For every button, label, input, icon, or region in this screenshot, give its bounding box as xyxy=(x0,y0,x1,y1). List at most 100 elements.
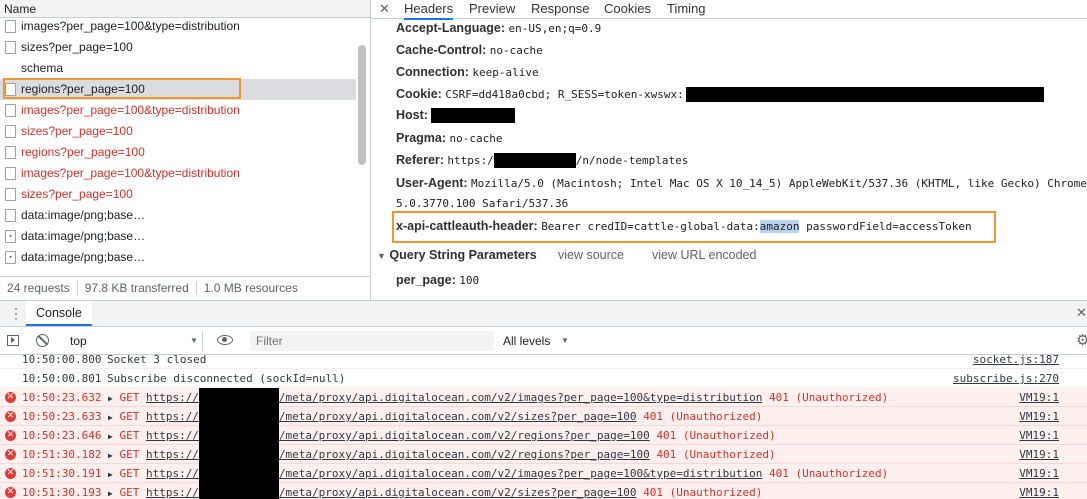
more-menu-icon[interactable]: ⋮ xyxy=(9,304,23,322)
request-row[interactable]: images?per_page=100&type=distribution xyxy=(0,100,356,121)
sidebar-toggle-icon[interactable] xyxy=(7,335,19,346)
source-link[interactable]: VM19:1 xyxy=(1019,426,1059,445)
console-filter-input[interactable] xyxy=(250,331,494,351)
source-link[interactable]: VM19:1 xyxy=(1019,445,1059,464)
dropdown-arrow-icon: ▼ xyxy=(561,336,569,345)
view-url-encoded-link[interactable]: view URL encoded xyxy=(652,248,756,262)
query-string-section-toggle[interactable]: ▼ Query String Parameters xyxy=(377,248,537,262)
request-url-link[interactable]: https:///meta/proxy/api.digitalocean.com… xyxy=(146,426,650,445)
error-icon: ✕ xyxy=(5,392,16,403)
redaction-block xyxy=(431,108,516,124)
request-url-link[interactable]: https:///meta/proxy/api.digitalocean.com… xyxy=(146,407,637,426)
close-drawer-icon[interactable]: ✕ xyxy=(1076,305,1087,321)
query-string-title: Query String Parameters xyxy=(389,248,537,262)
log-message: Subscribe disconnected (sockId=null) xyxy=(107,372,346,385)
expand-triangle-icon[interactable]: ▶ xyxy=(108,470,113,479)
header-referer: Referer: https://n/node-templates xyxy=(396,153,689,169)
source-link[interactable]: VM19:1 xyxy=(1019,464,1059,483)
method-label: GET xyxy=(119,410,140,423)
console-log-row: ✕ 10:50:23.632 ▶ GET https:///meta/proxy/a… xyxy=(0,388,1087,407)
status-text: 401 (Unauthorized) xyxy=(643,410,763,423)
source-link[interactable]: VM19:1 xyxy=(1019,483,1059,499)
request-row[interactable]: images?per_page=100&type=distribution xyxy=(0,19,356,37)
redaction-block xyxy=(198,464,279,483)
request-row[interactable]: images?per_page=100&type=distribution xyxy=(0,163,356,184)
expand-triangle-icon[interactable]: ▶ xyxy=(108,394,113,403)
header-cookie: Cookie: CSRF=dd418a0cbd; R_SESS=token-xw… xyxy=(396,87,1044,103)
document-icon xyxy=(5,104,16,117)
log-timestamp: 10:50:23.633 xyxy=(22,410,102,423)
log-levels-selector[interactable]: All levels ▼ xyxy=(503,331,573,351)
request-list: images?per_page=100&type=distribution siz… xyxy=(0,19,356,271)
header-accept-language: Accept-Language: en-US,en;q=0.9 xyxy=(396,21,602,35)
request-row[interactable]: ▪ data:image/png;base… xyxy=(0,247,356,268)
highlight-box-selected-request xyxy=(3,78,241,99)
expand-triangle-icon[interactable]: ▶ xyxy=(108,451,113,460)
context-selector[interactable]: top ▼ xyxy=(62,331,203,351)
transferred-size: 97.8 KB transferred xyxy=(77,281,197,295)
source-link[interactable]: VM19:1 xyxy=(1019,388,1059,407)
request-row[interactable]: sizes?per_page=100 xyxy=(0,121,356,142)
request-name: images?per_page=100&type=distribution xyxy=(21,166,240,180)
close-icon[interactable]: ✕ xyxy=(379,0,390,17)
console-toolbar: top ▼ All levels ▼ ⚙ xyxy=(0,327,1087,355)
error-icon: ✕ xyxy=(5,411,16,422)
network-status-bar: 24 requests 97.8 KB transferred 1.0 MB res… xyxy=(0,276,370,301)
request-url-link[interactable]: https:///meta/proxy/api.digitalocean.com… xyxy=(146,445,650,464)
expand-triangle-icon[interactable]: ▶ xyxy=(108,413,113,422)
request-name: schema xyxy=(21,61,64,75)
request-row[interactable]: schema xyxy=(0,58,356,79)
error-icon: ✕ xyxy=(5,449,16,460)
request-list-scrollbar[interactable] xyxy=(358,45,366,165)
request-row[interactable]: sizes?per_page=100 xyxy=(0,37,356,58)
tab-timing[interactable]: Timing xyxy=(667,0,706,18)
view-source-link[interactable]: view source xyxy=(558,248,624,262)
console-log-row: ✕ 10:50:23.633 ▶ GET https:///meta/proxy/a… xyxy=(0,407,1087,426)
clear-console-icon[interactable] xyxy=(36,334,49,347)
source-link[interactable]: VM19:1 xyxy=(1019,407,1059,426)
console-log-row: 10:50:00.800 Socket 3 closed socket.js:187 xyxy=(0,355,1087,369)
tab-console[interactable]: Console xyxy=(26,301,92,326)
request-url-link[interactable]: https:///meta/proxy/api.digitalocean.com… xyxy=(146,483,637,499)
tab-headers[interactable]: Headers xyxy=(404,0,454,20)
redaction-block xyxy=(493,153,576,169)
expand-triangle-icon[interactable]: ▶ xyxy=(108,489,113,498)
tab-response[interactable]: Response xyxy=(531,0,590,18)
tab-cookies[interactable]: Cookies xyxy=(604,0,651,18)
request-row[interactable]: data:image/png;base… xyxy=(0,205,356,226)
method-label: GET xyxy=(119,467,140,480)
gear-icon[interactable]: ⚙ xyxy=(1076,331,1087,349)
request-name: data:image/png;base… xyxy=(21,250,146,264)
request-url-link[interactable]: https:///meta/proxy/api.digitalocean.com… xyxy=(146,388,762,407)
request-name: regions?per_page=100 xyxy=(21,145,145,159)
expand-triangle-icon[interactable]: ▶ xyxy=(108,432,113,441)
log-timestamp: 10:50:23.632 xyxy=(22,391,102,404)
dropdown-arrow-icon: ▼ xyxy=(190,336,198,345)
source-link[interactable]: socket.js:187 xyxy=(973,355,1059,369)
document-icon xyxy=(5,167,16,180)
request-name: data:image/png;base… xyxy=(21,208,146,222)
request-row[interactable]: ▪ data:image/png;base… xyxy=(0,226,356,247)
request-name: images?per_page=100&type=distribution xyxy=(21,103,240,117)
header-connection: Connection: keep-alive xyxy=(396,65,539,79)
console-log-row: ✕ 10:50:23.646 ▶ GET https:///meta/proxy/a… xyxy=(0,426,1087,445)
request-headers-pane: Accept-Language: en-US,en;q=0.9 Cache-Co… xyxy=(371,19,1087,300)
log-timestamp: 10:51:30.191 xyxy=(22,467,102,480)
redaction-block xyxy=(198,483,279,499)
document-icon xyxy=(5,20,16,33)
request-row[interactable]: regions?per_page=100 xyxy=(0,142,356,163)
redaction-block xyxy=(198,426,279,445)
request-name: sizes?per_page=100 xyxy=(21,187,133,201)
image-file-icon: ▪ xyxy=(5,230,16,243)
request-row[interactable]: sizes?per_page=100 xyxy=(0,184,356,205)
eye-icon[interactable] xyxy=(217,335,233,345)
log-message: ▶ GET https:///meta/proxy/api.digitaloce… xyxy=(108,464,888,484)
method-label: GET xyxy=(119,448,140,461)
tab-preview[interactable]: Preview xyxy=(469,0,515,18)
log-timestamp: 10:50:00.801 xyxy=(22,372,102,385)
request-name: data:image/png;base… xyxy=(21,229,146,243)
name-column-header[interactable]: Name xyxy=(0,0,370,18)
source-link[interactable]: subscribe.js:270 xyxy=(953,369,1059,388)
request-url-link[interactable]: https:///meta/proxy/api.digitalocean.com… xyxy=(146,464,762,483)
console-log-row: 10:50:00.801 Subscribe disconnected (sock… xyxy=(0,369,1087,388)
